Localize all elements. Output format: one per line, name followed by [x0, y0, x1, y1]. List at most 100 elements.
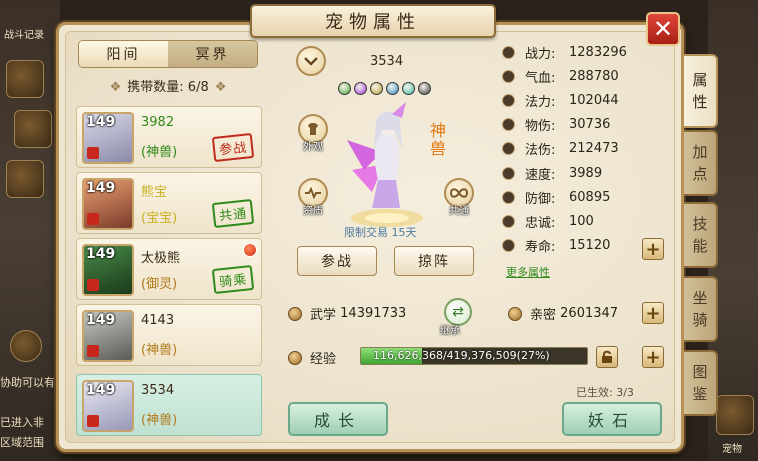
side-tab-label: 技能 — [692, 215, 708, 255]
dialog-title: 宠物属性 — [325, 12, 421, 33]
ornament-left-icon: ❖ — [109, 80, 122, 95]
pet-status-stamp: 共通 — [211, 198, 255, 229]
pet-name: 4143 — [141, 313, 175, 328]
more-attributes-link[interactable]: 更多属性 — [506, 264, 550, 280]
stat-value: 102044 — [569, 92, 619, 108]
pet-type: (宝宝) — [141, 211, 178, 226]
side-tab[interactable]: 图鉴 — [684, 350, 718, 416]
pet-type: (御灵) — [141, 277, 178, 292]
battle-record-label[interactable]: 战斗记录 — [4, 26, 44, 41]
pet-card[interactable]: 149 3982 (神兽) 参战 — [76, 106, 262, 168]
stat-label: 速度: — [525, 167, 556, 183]
formation-button[interactable]: 掠阵 — [394, 246, 474, 276]
side-tab[interactable]: 属性 — [684, 54, 718, 128]
pet-menu-icon[interactable] — [716, 395, 754, 435]
pet-card[interactable]: 149 熊宝 (宝宝) 共通 — [76, 172, 262, 234]
side-patrol-icon[interactable] — [14, 110, 52, 148]
martial-label: 武学 — [310, 308, 337, 323]
stat-row: 防御: 60895 — [502, 187, 610, 207]
shield-icon — [502, 190, 515, 204]
pet-card[interactable]: 149 3534 (神兽) — [76, 374, 262, 436]
pet-name: 3534 — [141, 383, 175, 398]
stat-row: 物伤: 30736 — [502, 115, 610, 135]
side-map-icon[interactable] — [6, 60, 44, 98]
carry-count: ❖ 携带数量: 6/8 ❖ — [109, 80, 227, 95]
pet-avatar: 149 — [82, 310, 134, 362]
intimacy-icon — [508, 306, 522, 321]
side-tab[interactable]: 坐骑 — [684, 276, 718, 342]
power-icon — [502, 45, 515, 59]
growth-button[interactable]: 成长 — [288, 402, 388, 436]
fire-icon — [354, 82, 367, 95]
aptitude-label: 资质 — [303, 206, 323, 217]
pet-level: 149 — [86, 312, 116, 328]
stat-label: 物伤: — [525, 119, 556, 135]
lock-icon[interactable] — [596, 346, 618, 368]
pet-menu-label: 宠物 — [722, 444, 742, 455]
metal-icon — [402, 82, 415, 95]
pet-name: 熊宝 — [141, 185, 168, 200]
stat-label: 寿命: — [525, 240, 556, 256]
intimacy-row: 亲密 2601347 — [508, 304, 618, 323]
appearance-label: 外观 — [303, 142, 323, 153]
side-area-icon[interactable] — [6, 160, 44, 198]
chevron-down-icon[interactable] — [296, 46, 326, 76]
stat-label: 气血: — [525, 70, 556, 86]
earth-icon — [370, 82, 383, 95]
pet-avatar: 149 — [82, 112, 134, 164]
demon-stone-button[interactable]: 妖石 — [562, 402, 662, 436]
tab-realm-yang[interactable]: 阳间 — [79, 41, 168, 67]
pet-seal-icon — [87, 345, 99, 357]
stat-value: 3989 — [569, 165, 603, 181]
chat-line-2: 已进入非 — [0, 416, 44, 429]
lifespan-icon — [502, 239, 515, 253]
pet-status-stamp: 骑乘 — [211, 264, 255, 295]
martial-icon — [288, 306, 302, 321]
divine-beast-label: 神兽 — [430, 121, 447, 158]
stat-value: 212473 — [569, 141, 619, 157]
mana-icon — [502, 93, 515, 107]
exp-icon — [288, 350, 302, 365]
pet-avatar: 149 — [82, 178, 134, 230]
stat-row: 法伤: 212473 — [502, 139, 619, 159]
loyalty-icon — [502, 214, 515, 228]
battle-button[interactable]: 参战 — [297, 246, 377, 276]
side-tab-label: 属性 — [692, 71, 708, 111]
element-icons — [338, 82, 431, 95]
microphone-icon[interactable] — [10, 330, 42, 362]
intimacy-label: 亲密 — [530, 308, 557, 323]
pet-seal-icon — [87, 147, 99, 159]
exp-plus-button[interactable]: + — [642, 346, 664, 368]
stat-value: 288780 — [569, 68, 619, 84]
stat-label: 法力: — [525, 94, 556, 110]
side-tab[interactable]: 技能 — [684, 202, 718, 268]
chat-line-1: 协助可以有 — [0, 376, 55, 389]
exp-text: 116,626,368/419,376,509(27%) — [373, 349, 550, 362]
pet-card[interactable]: 149 4143 (神兽) — [76, 304, 262, 366]
water-icon — [386, 82, 399, 95]
chat-line-3: 区域范围 — [0, 436, 44, 449]
stat-row: 法力: 102044 — [502, 90, 619, 110]
pet-level: 149 — [86, 382, 116, 398]
close-button[interactable]: ✕ — [646, 12, 680, 46]
more-icon — [418, 82, 431, 95]
intimacy-plus-button[interactable]: + — [642, 302, 664, 324]
martial-row: 武学 14391733 — [288, 304, 406, 323]
stat-row: 战力: 1283296 — [502, 42, 627, 62]
inherit-label: 继承 — [440, 326, 460, 337]
pet-seal-icon — [87, 279, 99, 291]
pet-avatar: 149 — [82, 380, 134, 432]
pet-card[interactable]: 149 太极熊 (御灵) 骑乘 — [76, 238, 262, 300]
speed-icon — [502, 166, 515, 180]
side-tab[interactable]: 加点 — [684, 130, 718, 196]
lifespan-plus-button[interactable]: + — [642, 238, 664, 260]
exp-bar: 116,626,368/419,376,509(27%) — [360, 347, 588, 365]
stat-label: 忠诚: — [525, 215, 556, 231]
pet-status-stamp: 参战 — [211, 132, 255, 163]
realm-toggle: 阳间 冥界 — [78, 40, 258, 68]
stat-label: 防御: — [525, 191, 556, 207]
side-tab-label: 坐骑 — [692, 289, 708, 329]
tab-realm-underworld[interactable]: 冥界 — [168, 41, 257, 67]
stat-value: 30736 — [569, 117, 611, 133]
stat-label: 法伤: — [525, 143, 556, 159]
